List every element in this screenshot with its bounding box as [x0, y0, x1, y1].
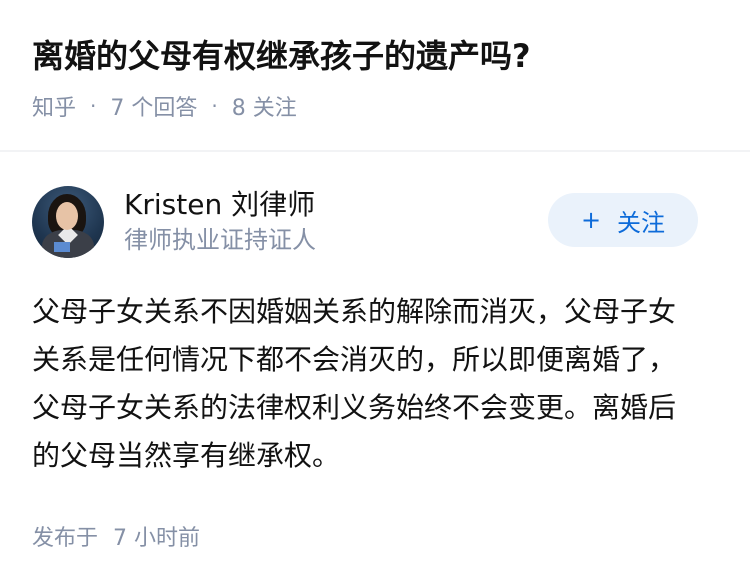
- question-header: 离婚的父母有权继承孩子的遗产吗? 知乎 · 7 个回答 · 8 关注: [0, 0, 750, 121]
- plus-icon: +: [580, 206, 602, 234]
- question-meta: 知乎 · 7 个回答 · 8 关注: [32, 90, 718, 122]
- published-time: 7 小时前: [113, 526, 201, 551]
- author-info: Kristen 刘律师 律师执业证持证人: [124, 187, 316, 257]
- published-label: 发布于: [32, 526, 99, 551]
- meta-separator: ·: [211, 94, 218, 118]
- answer-count[interactable]: 7 个回答: [110, 90, 197, 122]
- author-bio: 律师执业证持证人: [124, 226, 316, 254]
- question-title[interactable]: 离婚的父母有权继承孩子的遗产吗?: [32, 32, 718, 80]
- answer-content: 父母子女关系不因婚姻关系的解除而消灭，父母子女关系是任何情况下都不会消灭的，所以…: [32, 295, 677, 472]
- answer-card: Kristen 刘律师 律师执业证持证人 + 关注 父母子女关系不因婚姻关系的解…: [0, 152, 750, 552]
- meta-separator: ·: [90, 94, 97, 118]
- follower-count: 8 关注: [231, 96, 297, 121]
- follow-button[interactable]: + 关注: [548, 193, 698, 247]
- follow-button-label: 关注: [617, 208, 666, 237]
- author-name[interactable]: Kristen 刘律师: [124, 187, 316, 223]
- answer-footer: 发布于 7 小时前: [32, 520, 718, 552]
- avatar[interactable]: [32, 186, 104, 258]
- question-source[interactable]: 知乎: [32, 90, 76, 122]
- author-row: Kristen 刘律师 律师执业证持证人 + 关注: [32, 184, 718, 260]
